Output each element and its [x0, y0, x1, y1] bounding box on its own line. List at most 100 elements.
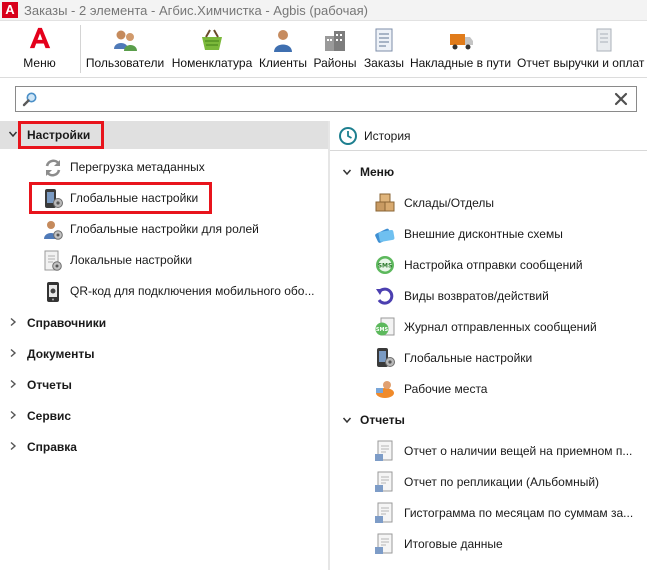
- tree-node-service[interactable]: Сервис: [0, 402, 328, 430]
- file-gear-icon: [44, 250, 62, 271]
- tree-node-label: Сервис: [27, 409, 72, 423]
- menu-item-warehouses[interactable]: Склады/Отделы: [330, 188, 647, 218]
- users-label: Пользователи: [85, 56, 165, 70]
- quick-access-panel: История Меню Склады/Отделы Внешние диско…: [330, 121, 647, 570]
- menu-item-return-types[interactable]: Виды возвратов/действий: [330, 281, 647, 311]
- reload-icon: [45, 159, 61, 177]
- menu-item-label: Глобальные настройки: [404, 351, 533, 365]
- tree-node-label: Справка: [27, 440, 77, 454]
- chevron-right-icon[interactable]: [8, 348, 18, 358]
- history-label: История: [364, 129, 411, 143]
- report-item[interactable]: Отчет о наличии вещей на приемном п...: [330, 436, 647, 466]
- districts-label: Районы: [313, 56, 357, 70]
- tree-item-label: Локальные настройки: [70, 253, 193, 267]
- truck-icon: [449, 34, 473, 50]
- mobile-icon: [47, 282, 59, 302]
- tree-node-label: Справочники: [27, 316, 107, 330]
- clients-label: Клиенты: [258, 56, 308, 70]
- buildings-icon: [325, 31, 345, 51]
- report-item-label: Отчет о наличии вещей на приемном п...: [404, 444, 633, 458]
- menu-button[interactable]: Меню: [12, 21, 67, 78]
- boxes-icon: [375, 193, 395, 212]
- chevron-right-icon[interactable]: [8, 441, 18, 451]
- chevron-right-icon[interactable]: [8, 379, 18, 389]
- group-label: Меню: [360, 165, 395, 179]
- nomenclature-button[interactable]: Номенклатура: [169, 21, 255, 78]
- tree-node-reference-books[interactable]: Справочники: [0, 309, 328, 337]
- menu-item-workplaces[interactable]: Рабочие места: [330, 374, 647, 404]
- sms-log-icon: SMS: [375, 317, 395, 336]
- search-bar[interactable]: [15, 86, 637, 112]
- report-doc-icon: [375, 502, 393, 523]
- search-icon: [22, 92, 37, 107]
- report-item[interactable]: Гистограмма по месяцам по суммам за...: [330, 498, 647, 528]
- window-title: Заказы - 2 элемента - Агбис.Химчистка - …: [24, 3, 368, 18]
- report-icon: [596, 28, 612, 52]
- group-reports-header[interactable]: Отчеты: [330, 405, 647, 435]
- app-logo-icon: A: [2, 2, 18, 18]
- tree-item-global-settings-roles[interactable]: Глобальные настройки для ролей: [0, 215, 328, 243]
- menu-item-global-settings[interactable]: Глобальные настройки: [330, 343, 647, 373]
- districts-button[interactable]: Районы: [311, 21, 359, 78]
- menu-label: Меню: [23, 56, 56, 70]
- menu-item-label: Склады/Отделы: [404, 196, 495, 210]
- user-gear-icon: [44, 221, 63, 240]
- revenue-report-button[interactable]: Отчет выручки и оплат: [515, 21, 647, 78]
- report-item-label: Отчет по репликации (Альбомный): [404, 475, 600, 489]
- tree-node-help[interactable]: Справка: [0, 433, 328, 461]
- menu-item-label: Рабочие места: [404, 382, 488, 396]
- report-doc-icon: [375, 440, 393, 461]
- menu-item-label: Внешние дисконтные схемы: [404, 227, 563, 241]
- workplace-icon: [376, 381, 394, 398]
- chevron-down-icon[interactable]: [342, 415, 352, 425]
- phone-gear-icon: [377, 348, 395, 367]
- nomenclature-label: Номенклатура: [171, 56, 253, 70]
- return-icon: [376, 287, 394, 305]
- revenue-report-label: Отчет выручки и оплат: [517, 56, 645, 70]
- menu-item-label: Виды возвратов/действий: [404, 289, 549, 303]
- highlight-frame: [18, 121, 104, 149]
- report-doc-icon: [375, 533, 393, 554]
- report-doc-icon: [375, 471, 393, 492]
- ribbon-separator: [80, 25, 81, 73]
- menu-item-message-settings[interactable]: SMS Настройка отправки сообщений: [330, 250, 647, 280]
- chevron-right-icon[interactable]: [8, 410, 18, 420]
- tree-item-local-settings[interactable]: Локальные настройки: [0, 246, 328, 274]
- cards-icon: [375, 228, 395, 243]
- search-input[interactable]: [44, 89, 604, 109]
- report-item-label: Гистограмма по месяцам по суммам за...: [404, 506, 634, 520]
- tree-item-label: Глобальные настройки для ролей: [70, 222, 259, 236]
- sms-icon: SMS: [376, 256, 394, 274]
- clear-search-icon[interactable]: [612, 90, 630, 108]
- tree-item-metadata-reload[interactable]: Перегрузка метаданных: [0, 153, 328, 181]
- history-button[interactable]: История: [330, 121, 647, 151]
- navigation-tree: Настройки Перегрузка метаданных Глобальн…: [0, 121, 328, 570]
- report-item[interactable]: Итоговые данные: [330, 529, 647, 559]
- menu-item-discount-schemes[interactable]: Внешние дисконтные схемы: [330, 219, 647, 249]
- menu-item-label: Настройка отправки сообщений: [404, 258, 583, 272]
- tree-node-documents[interactable]: Документы: [0, 340, 328, 368]
- chevron-down-icon[interactable]: [8, 129, 18, 139]
- tree-item-label: QR-код для подключения мобильного обо...: [70, 284, 315, 298]
- svg-text:SMS: SMS: [376, 327, 389, 333]
- tree-node-reports[interactable]: Отчеты: [0, 371, 328, 399]
- clients-button[interactable]: Клиенты: [257, 21, 309, 78]
- users-button[interactable]: Пользователи: [84, 21, 166, 78]
- group-label: Отчеты: [360, 413, 405, 427]
- group-menu-header[interactable]: Меню: [330, 157, 647, 187]
- tree-item-label: Перегрузка метаданных: [70, 160, 205, 174]
- clock-icon: [339, 127, 357, 145]
- menu-item-label: Журнал отправленных сообщений: [404, 320, 597, 334]
- report-item[interactable]: Отчет по репликации (Альбомный): [330, 467, 647, 497]
- report-item-label: Итоговые данные: [404, 537, 503, 551]
- invoices-in-transit-button[interactable]: Накладные в пути: [408, 21, 513, 78]
- orders-button[interactable]: Заказы: [361, 21, 407, 78]
- title-bar: A Заказы - 2 элемента - Агбис.Химчистка …: [0, 0, 647, 21]
- chevron-right-icon[interactable]: [8, 317, 18, 327]
- chevron-down-icon[interactable]: [342, 167, 352, 177]
- agbis-logo-icon: [29, 27, 50, 49]
- menu-item-message-journal[interactable]: SMS Журнал отправленных сообщений: [330, 312, 647, 342]
- document-icon: [375, 28, 393, 52]
- tree-item-qr-code[interactable]: QR-код для подключения мобильного обо...: [0, 277, 328, 305]
- tree-node-label: Отчеты: [27, 378, 72, 392]
